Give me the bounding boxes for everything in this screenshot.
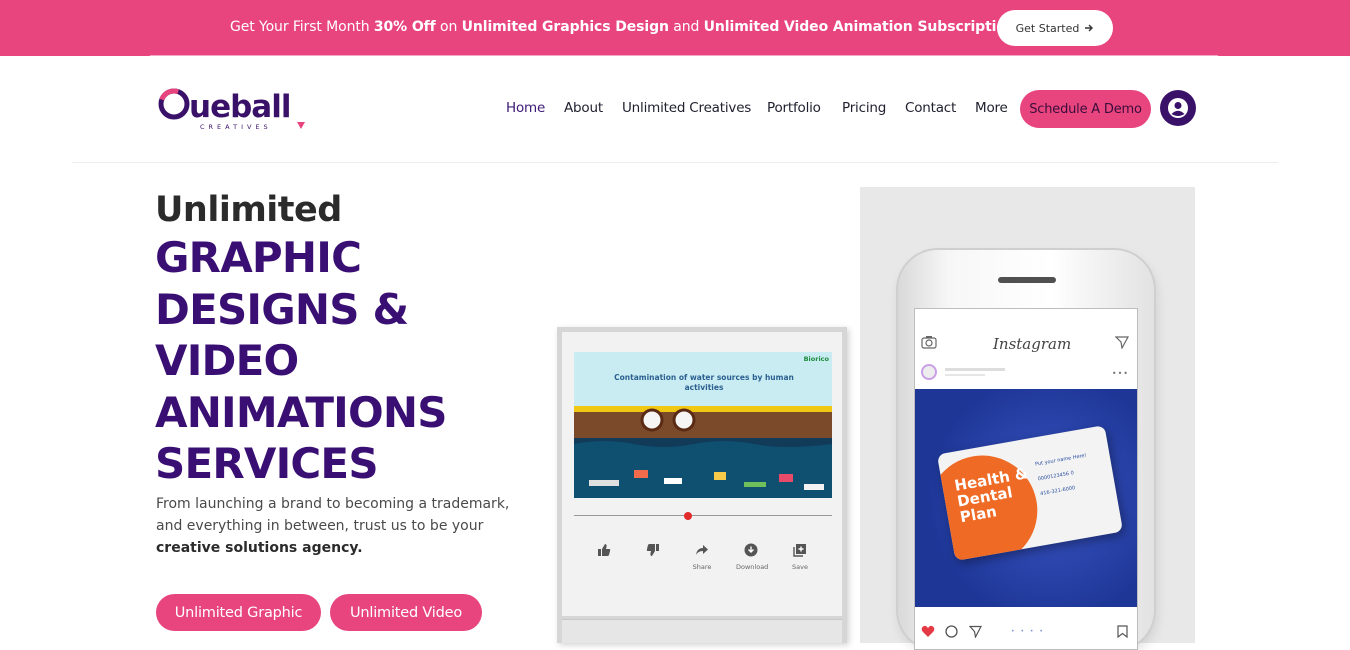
like-button[interactable] [589, 542, 619, 561]
carousel-dots: • • • • [1011, 628, 1045, 635]
post-avatar [921, 364, 937, 380]
user-account-icon [1168, 98, 1188, 118]
hero-line: VIDEO [155, 336, 299, 385]
post-author-placeholder [945, 368, 1005, 371]
share-label: Share [692, 563, 712, 571]
card-fields: Put your name Here! 0000123456 0 416-321… [1033, 440, 1110, 498]
post-author-row: ••• [921, 363, 1133, 381]
logo-tagline: CREATIVES [200, 123, 272, 131]
post-author-placeholder [945, 374, 985, 376]
promo-divider [150, 55, 1218, 56]
promo-discount: 30% Off [373, 19, 436, 35]
save-button[interactable]: Save [785, 542, 815, 571]
video-player-mockup: Contamination of water sources by human … [557, 327, 847, 643]
share-icon [696, 545, 708, 555]
save-icon [793, 544, 806, 557]
get-started-button[interactable]: Get Started [997, 10, 1113, 46]
hero-intro: Unlimited [155, 190, 342, 230]
save-label: Save [792, 563, 808, 571]
account-button[interactable] [1160, 90, 1196, 126]
more-options-icon: ••• [1111, 369, 1129, 378]
phone-speaker [998, 277, 1056, 283]
post-image[interactable]: Health & Dental Plan Put your name Here!… [915, 389, 1137, 607]
nav-pricing[interactable]: Pricing [842, 100, 886, 116]
logo-mark: ueball CREATIVES [158, 88, 305, 131]
promo-bar: Get Your First Month 30% Off on Unlimite… [0, 0, 1350, 56]
share-button[interactable]: Share [687, 542, 717, 571]
hero-description-text: From launching a brand to becoming a tra… [156, 496, 510, 534]
phone-screen: Instagram ••• Health & Dental Plan Put y… [914, 308, 1138, 650]
promo-service-video: Unlimited Video Animation Subscription. [703, 19, 1021, 35]
download-icon [744, 543, 758, 557]
cueball-logo[interactable]: ueball CREATIVES [158, 82, 313, 134]
video-panel-footer [562, 619, 842, 643]
hero-line: SERVICES [155, 439, 379, 488]
nav-about[interactable]: About [564, 100, 603, 116]
camera-icon [921, 336, 937, 349]
download-button[interactable]: Download [736, 542, 769, 571]
schedule-demo-button[interactable]: Schedule A Demo [1020, 90, 1151, 128]
hero-headline: GRAPHIC DESIGNS & VIDEO ANIMATIONS SERVI… [155, 232, 448, 490]
video-player: Contamination of water sources by human … [562, 332, 842, 616]
video-thumbnail[interactable]: Contamination of water sources by human … [574, 352, 832, 498]
hero-line: DESIGNS & [155, 284, 409, 334]
hero-description: From launching a brand to becoming a tra… [156, 493, 516, 559]
video-progress-bar[interactable] [574, 512, 832, 520]
video-brand: Biorico [803, 355, 829, 363]
promo-text: Get Your First Month 30% Off on Unlimite… [230, 17, 1021, 37]
heart-icon[interactable] [921, 625, 935, 638]
download-label: Download [736, 563, 769, 571]
nav-home[interactable]: Home [506, 100, 545, 116]
arrow-right-icon [1085, 24, 1094, 32]
promo-service-graphics: Unlimited Graphics Design [461, 19, 669, 35]
health-card: Health & Dental Plan Put your name Here!… [936, 425, 1124, 561]
send-post-icon[interactable] [969, 625, 982, 638]
phone-mockup: Instagram ••• Health & Dental Plan Put y… [898, 250, 1154, 650]
nav-unlimited-creatives[interactable]: Unlimited Creatives [622, 100, 751, 116]
bookmark-icon[interactable] [1117, 625, 1128, 638]
promo-text-part: Get Your First Month [230, 19, 374, 35]
comment-icon[interactable] [945, 625, 958, 638]
nav-more[interactable]: More [975, 100, 1008, 116]
nav-contact[interactable]: Contact [905, 100, 956, 116]
promo-text-part: and [668, 19, 704, 35]
logo-wordmark: ueball [189, 89, 290, 125]
post-actions: • • • • [915, 613, 1137, 643]
hero-line: GRAPHIC [155, 233, 362, 282]
unlimited-video-button[interactable]: Unlimited Video [330, 594, 482, 631]
video-caption: Contamination of water sources by human … [614, 373, 794, 392]
video-progress-handle[interactable] [684, 512, 692, 520]
promo-text-part: on [435, 19, 462, 35]
hero-line: ANIMATIONS [155, 387, 448, 437]
card-field: 416-321-6000 [1039, 485, 1076, 498]
unlimited-graphic-button[interactable]: Unlimited Graphic [156, 594, 321, 631]
nav-portfolio[interactable]: Portfolio [767, 100, 821, 116]
instagram-title: Instagram [993, 335, 1072, 353]
thumbs-down-icon [646, 544, 659, 556]
get-started-label: Get Started [1015, 21, 1080, 35]
hero-description-bold: creative solutions agency. [156, 540, 363, 556]
dislike-button[interactable] [638, 542, 668, 561]
send-icon [1115, 336, 1129, 349]
header-divider [72, 162, 1278, 163]
thumbs-up-icon [598, 544, 611, 556]
